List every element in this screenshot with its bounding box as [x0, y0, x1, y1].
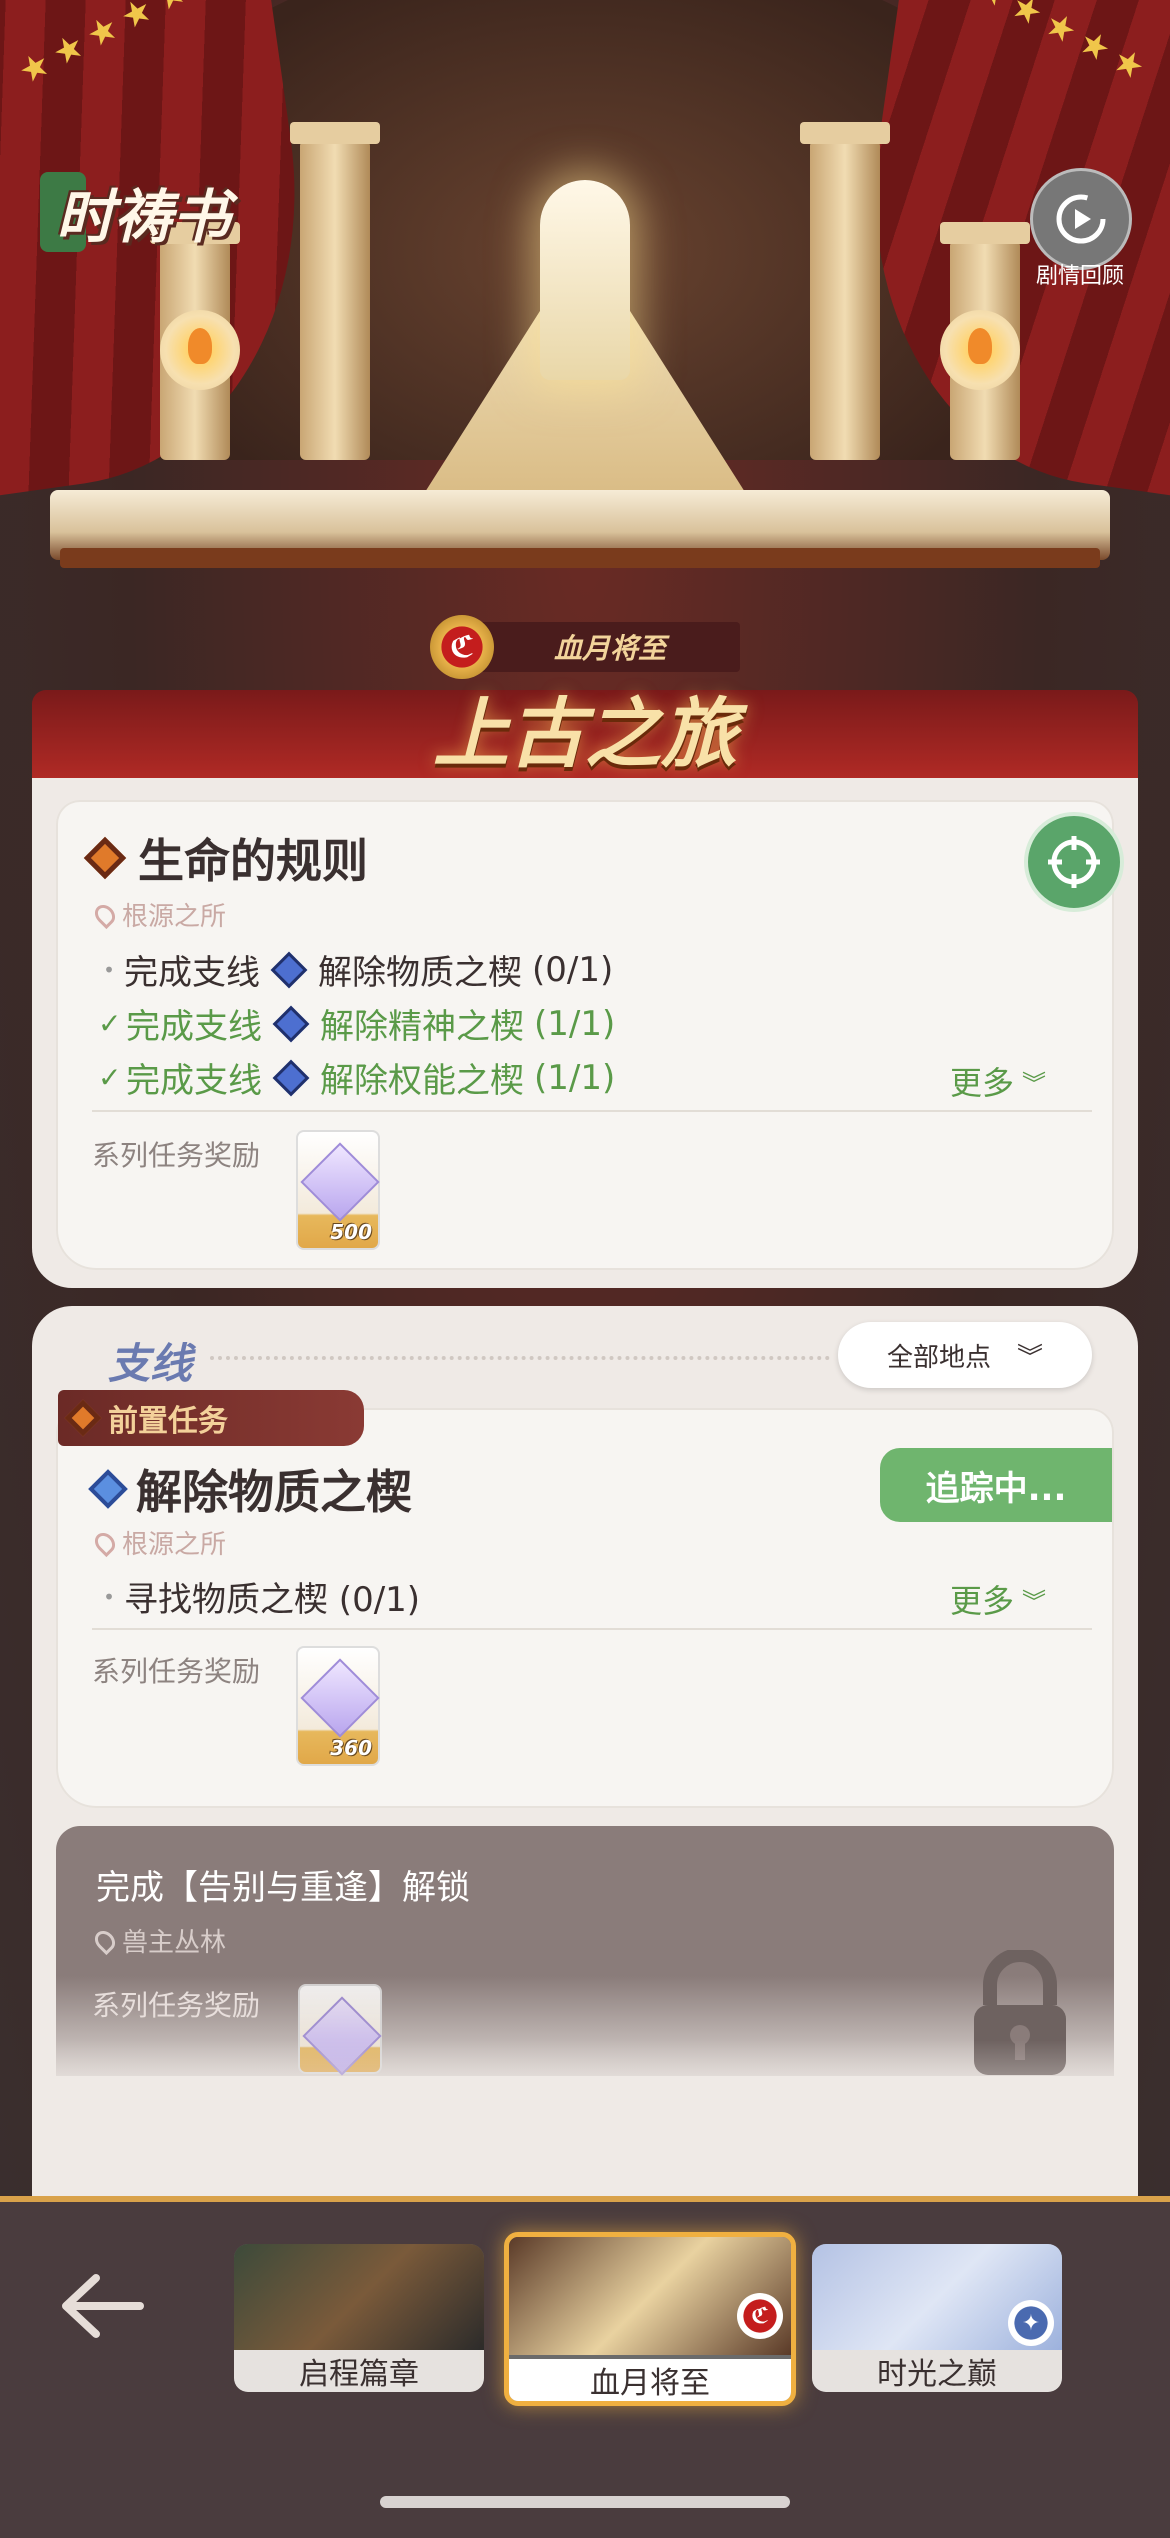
divider [92, 1110, 1092, 1112]
task-name: 解除权能之楔 [320, 1061, 524, 1101]
task-text: 寻找物质之楔 (0/1) [124, 1580, 421, 1620]
bullet-icon: • [103, 957, 115, 982]
location-label: 根源之所 [122, 1530, 227, 1560]
task-name: 解除精神之楔 [320, 1007, 524, 1047]
flame-icon [940, 310, 1020, 390]
location-label: 根源之所 [122, 902, 227, 932]
side-quest-diamond-icon [88, 1469, 128, 1509]
bullet-icon: • [103, 1584, 115, 1609]
logo-text: 时祷书 [56, 183, 231, 251]
diamond-gem-icon [300, 1658, 380, 1738]
location-pin-icon [90, 900, 120, 929]
reward-item[interactable]: 500 [296, 1130, 380, 1250]
task-prefix: 完成支线 [126, 1061, 262, 1101]
home-indicator[interactable] [380, 2496, 790, 2508]
back-arrow-icon[interactable] [56, 2266, 146, 2346]
main-quest-location: 根源之所 [90, 896, 227, 933]
track-target-button[interactable] [1024, 812, 1124, 912]
crosshair-icon [1048, 836, 1100, 888]
chapter-label: 启程篇章 [234, 2350, 484, 2392]
chapter-emblem-icon: ℭ [430, 615, 494, 679]
reward-amount: 500 [330, 1220, 372, 1244]
task-row: ✓ 完成支线 解除精神之楔 (1/1) [98, 999, 615, 1048]
reward-label: 系列任务奖励 [92, 1139, 261, 1172]
pillar [800, 122, 890, 460]
chapter-emblem-icon: ℭ [737, 2293, 783, 2339]
header-scene: ★★★★★ ★★★★★ [0, 0, 1170, 600]
task-name: 解除物质之楔 [318, 953, 522, 993]
reward-item[interactable]: 360 [296, 1646, 380, 1766]
check-icon: ✓ [98, 1061, 122, 1094]
reward-amount: 360 [330, 1736, 372, 1760]
reward-label: 系列任务奖励 [92, 1989, 261, 2022]
app-logo: 时祷书 [40, 170, 230, 254]
chapter-tab-1[interactable]: 启程篇章 [234, 2244, 484, 2392]
tracking-button[interactable]: 追踪中... [880, 1448, 1112, 1522]
side-quest-location: 根源之所 [90, 1524, 227, 1561]
reward-label: 系列任务奖励 [92, 1655, 261, 1688]
chapter-tab-3[interactable]: ✦ 时光之巅 [812, 2244, 1062, 2392]
chapter-thumbnail [234, 2244, 484, 2354]
chevron-down-icon: ︾ [1022, 1069, 1047, 1098]
emblem-glyph: ℭ [449, 629, 475, 665]
chapter-label: 血月将至 [509, 2359, 791, 2401]
task-row: • 完成支线 解除物质之楔 (0/1) [103, 945, 614, 994]
side-quest-more-button[interactable]: 更多 ︾ [950, 1576, 1046, 1622]
main-quest-diamond-icon [83, 836, 127, 880]
check-icon: ✓ [98, 1007, 122, 1040]
book-spine [60, 548, 1100, 568]
temple-illustration [120, 110, 1050, 530]
chapter-label: 时光之巅 [812, 2350, 1062, 2392]
side-quest-gem-icon [270, 951, 308, 988]
more-label: 更多 [950, 1064, 1015, 1102]
chapter-title: 上古之旅 [433, 689, 737, 778]
task-row: ✓ 完成支线 解除权能之楔 (1/1) [98, 1053, 615, 1102]
side-quest-title-row: 解除物质之楔 [88, 1456, 412, 1522]
location-filter-dropdown[interactable]: 全部地点 ︾ [838, 1322, 1092, 1388]
main-quest-more-button[interactable]: 更多 ︾ [950, 1058, 1046, 1104]
chapter-emblem-icon: ✦ [1008, 2300, 1054, 2346]
task-progress: (0/1) [532, 949, 614, 990]
statue [540, 180, 630, 380]
pillar [290, 122, 380, 460]
main-quest-title: 生命的规则 [138, 834, 368, 888]
main-quest-title-row: 生命的规则 [83, 825, 368, 891]
list-fade-overlay [32, 2040, 1138, 2200]
task-progress: (1/1) [534, 1057, 616, 1098]
prerequisite-label: 前置任务 [108, 1404, 228, 1439]
side-quest-gem-icon [272, 1005, 310, 1042]
location-label: 兽主丛林 [122, 1928, 227, 1958]
task-row: • 寻找物质之楔 (0/1) [103, 1572, 421, 1621]
chevron-down-icon: ︾ [1017, 1342, 1044, 1373]
task-prefix: 完成支线 [124, 953, 260, 993]
prerequisite-diamond-icon [64, 1399, 102, 1437]
replay-icon [1056, 194, 1106, 244]
replay-button[interactable] [1030, 168, 1132, 270]
flame-icon [160, 310, 240, 390]
task-progress: (1/1) [534, 1003, 616, 1044]
divider [92, 1628, 1092, 1630]
locked-quest-location: 兽主丛林 [90, 1922, 227, 1959]
task-prefix: 完成支线 [126, 1007, 262, 1047]
filter-label: 全部地点 [886, 1342, 991, 1373]
prerequisite-tag: 前置任务 [58, 1390, 364, 1446]
chapter-tab-2[interactable]: ℭ 血月将至 [504, 2232, 796, 2406]
locked-quest-title: 完成【告别与重逢】解锁 [96, 1868, 470, 1908]
side-quest-title: 解除物质之楔 [136, 1465, 412, 1519]
side-quest-gem-icon [272, 1059, 310, 1096]
side-quests-title: 支线 [108, 1339, 193, 1388]
dotted-divider [210, 1356, 830, 1360]
location-pin-icon [90, 1528, 120, 1557]
diamond-gem-icon [300, 1142, 380, 1222]
more-label: 更多 [950, 1582, 1015, 1620]
chevron-down-icon: ︾ [1022, 1587, 1047, 1616]
location-pin-icon [90, 1926, 120, 1955]
replay-label: 剧情回顾 [1035, 264, 1124, 289]
